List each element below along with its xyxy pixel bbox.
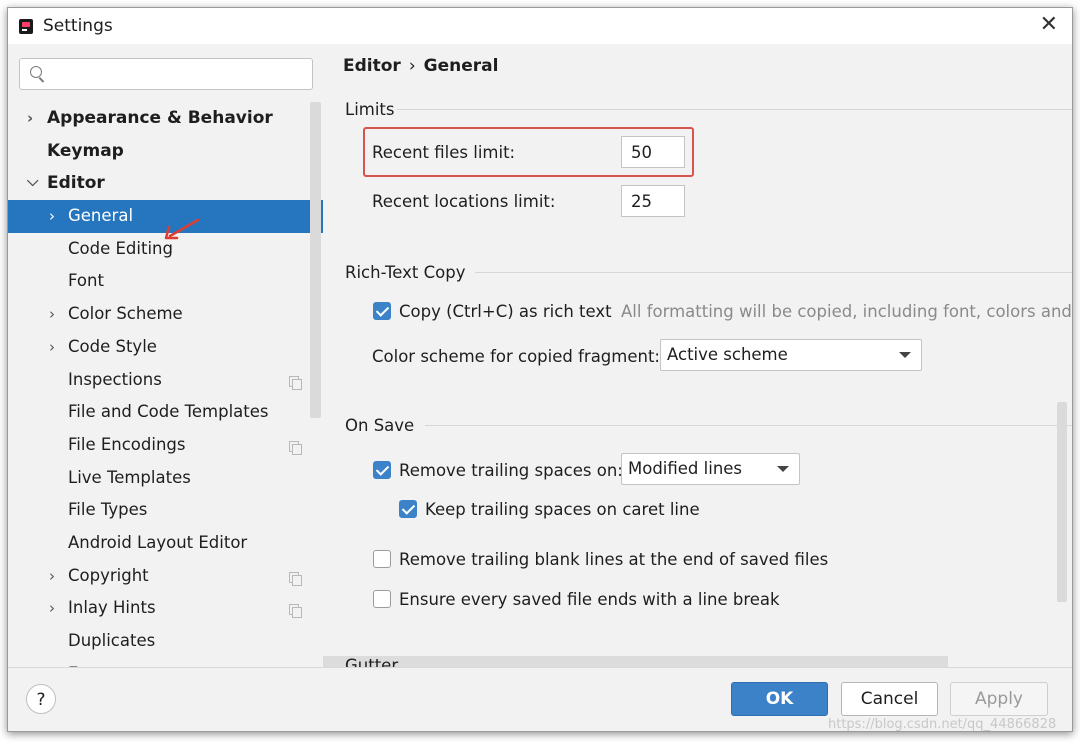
settings-tree: › Appearance & Behavior Keymap ⌵ Editor › Gene…	[8, 102, 323, 668]
breadcrumb: Editor › General	[343, 56, 498, 76]
sidebar-item-label: Inspections	[68, 369, 162, 389]
color-scheme-dropdown[interactable]: Active scheme	[660, 339, 922, 371]
sidebar-item-label: Duplicates	[68, 631, 156, 650]
sidebar-item-label: Editor	[47, 173, 105, 194]
ensure-line-break-checkbox[interactable]	[373, 590, 391, 608]
sidebar-item-duplicates[interactable]: Duplicates	[8, 625, 323, 658]
sidebar-item-android-layout-editor[interactable]: Android Layout Editor	[8, 527, 323, 560]
sidebar-item-file-types[interactable]: File Types	[8, 494, 323, 527]
annotation-arrow	[164, 218, 200, 240]
keep-trailing-spaces-checkbox[interactable]	[399, 500, 417, 518]
sidebar-item-label: Keymap	[47, 140, 124, 161]
recent-files-label: Recent files limit:	[372, 143, 516, 162]
window-title: Settings	[43, 16, 113, 36]
apply-button[interactable]: Apply	[950, 682, 1048, 716]
remove-blank-lines-checkbox[interactable]	[373, 550, 391, 568]
search-input[interactable]	[50, 62, 309, 86]
sidebar-item-keymap[interactable]: Keymap	[8, 135, 323, 168]
copy-rich-text-label[interactable]: Copy (Ctrl+C) as rich text	[399, 302, 612, 321]
on-save-section-title: On Save	[345, 416, 415, 435]
sidebar-item-label: Color Scheme	[68, 304, 183, 324]
sidebar-item-copyright[interactable]: › Copyright	[8, 560, 323, 593]
rich-text-divider	[475, 272, 1072, 273]
project-scope-icon	[289, 375, 302, 390]
sidebar-item-code-style[interactable]: › Code Style	[8, 331, 323, 364]
remove-trailing-spaces-value: Modified lines	[628, 459, 743, 478]
on-save-divider	[425, 425, 1072, 426]
chevron-right-icon[interactable]: ›	[49, 331, 55, 364]
sidebar-item-file-and-code-templates[interactable]: File and Code Templates	[8, 396, 323, 429]
settings-window: Settings ✕ › Appearance & Behavior Keymap ⌵…	[7, 7, 1073, 732]
sidebar-item-appearance-behavior[interactable]: › Appearance & Behavior	[8, 102, 323, 135]
sidebar-scrollbar[interactable]	[310, 102, 321, 418]
sidebar-item-live-templates[interactable]: Live Templates	[8, 462, 323, 495]
sidebar-item-label: File Types	[68, 500, 148, 520]
sidebar-item-label: File and Code Templates	[68, 402, 269, 422]
recent-locations-input[interactable]	[621, 185, 685, 217]
keep-trailing-spaces-label[interactable]: Keep trailing spaces on caret line	[425, 500, 700, 519]
color-scheme-value: Active scheme	[667, 345, 788, 364]
ensure-line-break-label[interactable]: Ensure every saved file ends with a line…	[399, 590, 780, 609]
copy-rich-text-hint: All formatting will be copied, including…	[621, 302, 1072, 321]
project-scope-icon	[289, 571, 302, 586]
rich-text-section-title: Rich-Text Copy	[345, 263, 466, 282]
chevron-right-icon[interactable]: ›	[49, 298, 55, 331]
remove-trailing-spaces-checkbox[interactable]	[373, 461, 391, 479]
title-bar: Settings ✕	[8, 8, 1072, 44]
chevron-down-icon	[899, 352, 911, 358]
recent-locations-label: Recent locations limit:	[372, 192, 556, 211]
sidebar-item-label: General	[68, 206, 134, 226]
dialog-button-bar: ? OK Cancel Apply https://blog.csdn.net/…	[8, 667, 1072, 731]
breadcrumb-current: General	[423, 56, 499, 76]
limits-section-title: Limits	[345, 100, 395, 119]
limits-divider	[397, 109, 1072, 110]
sidebar-item-label: File Encodings	[68, 434, 186, 454]
sidebar-item-label: Appearance & Behavior	[47, 108, 273, 128]
remove-trailing-spaces-dropdown[interactable]: Modified lines	[621, 453, 800, 485]
sidebar-item-editor[interactable]: ⌵ Editor	[8, 167, 323, 200]
color-scheme-label: Color scheme for copied fragment:	[372, 347, 660, 366]
sidebar-item-file-encodings[interactable]: File Encodings	[8, 429, 323, 462]
chevron-right-icon[interactable]: ›	[49, 592, 55, 625]
remove-blank-lines-label[interactable]: Remove trailing blank lines at the end o…	[399, 550, 828, 569]
sidebar-item-label: Inlay Hints	[68, 598, 156, 618]
watermark: https://blog.csdn.net/qq_44866828	[828, 717, 1057, 732]
sidebar-item-label: Code Style	[68, 336, 157, 356]
chevron-right-icon[interactable]: ›	[49, 200, 55, 233]
settings-sidebar: › Appearance & Behavior Keymap ⌵ Editor › Gene…	[8, 44, 323, 668]
sidebar-item-label: Copyright	[68, 565, 149, 585]
project-scope-icon	[289, 604, 302, 619]
chevron-right-icon[interactable]: ›	[27, 102, 33, 135]
sidebar-item-label: Code Editing	[68, 238, 173, 258]
help-button[interactable]: ?	[26, 684, 56, 714]
copy-rich-text-checkbox[interactable]	[373, 302, 391, 320]
content-scrollbar[interactable]	[1057, 402, 1067, 602]
sidebar-item-label: Android Layout Editor	[68, 532, 248, 552]
ok-button[interactable]: OK	[731, 682, 828, 716]
search-icon	[30, 66, 42, 78]
chevron-down-icon	[777, 466, 789, 472]
cancel-button[interactable]: Cancel	[841, 682, 938, 716]
chevron-down-icon[interactable]: ⌵	[27, 165, 38, 198]
breadcrumb-parent: Editor	[343, 56, 401, 76]
sidebar-item-label: Live Templates	[68, 467, 191, 487]
recent-files-input[interactable]	[621, 136, 685, 168]
sidebar-item-inspections[interactable]: Inspections	[8, 364, 323, 397]
remove-trailing-spaces-label[interactable]: Remove trailing spaces on:	[399, 461, 623, 480]
breadcrumb-separator: ›	[408, 56, 416, 76]
sidebar-item-font[interactable]: Font	[8, 265, 323, 298]
intellij-app-icon	[19, 19, 33, 34]
settings-search[interactable]	[19, 58, 313, 90]
sidebar-item-color-scheme[interactable]: › Color Scheme	[8, 298, 323, 331]
close-icon[interactable]: ✕	[1040, 12, 1058, 37]
project-scope-icon	[289, 440, 302, 455]
settings-content: Editor › General Limits Recent files limit…	[323, 44, 1072, 668]
sidebar-item-inlay-hints[interactable]: › Inlay Hints	[8, 592, 323, 625]
chevron-right-icon[interactable]: ›	[49, 560, 55, 593]
sidebar-item-label: Font	[68, 271, 104, 291]
